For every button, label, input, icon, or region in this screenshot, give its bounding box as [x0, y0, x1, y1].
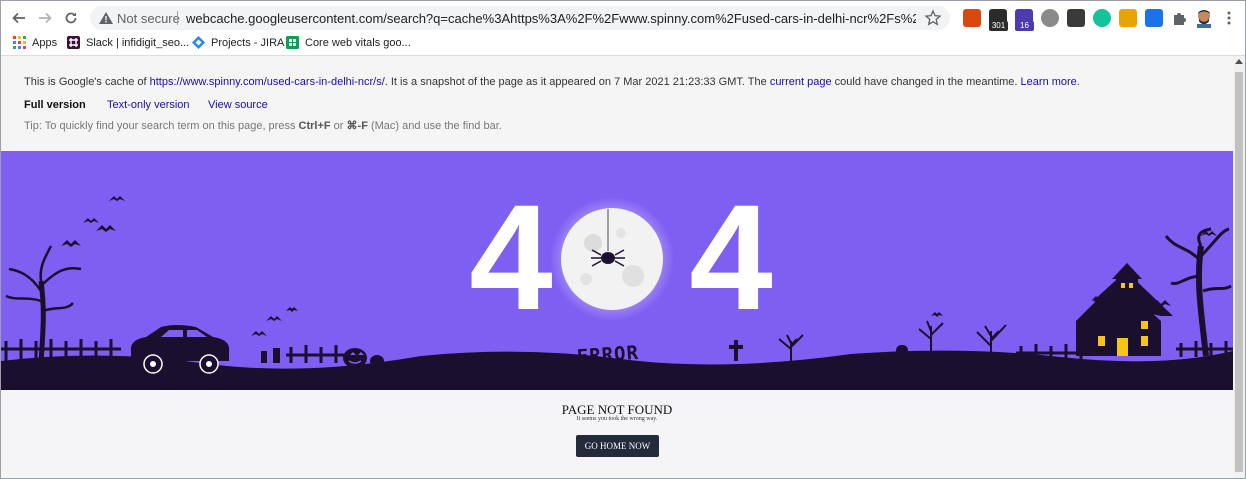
bookmark-apps[interactable]: Apps — [13, 36, 57, 49]
cached-url-link[interactable]: https://www.spinny.com/used-cars-in-delh… — [150, 76, 385, 88]
bookmarks-bar: Apps Slack | infidigit_seo... Projects -… — [1, 35, 1245, 56]
tip-shortcut: Ctrl+F — [298, 120, 331, 132]
browser-toolbar: Not secure webcache.googleusercontent.co… — [1, 1, 1245, 35]
bookmark-slack[interactable]: Slack | infidigit_seo... — [67, 36, 189, 49]
redirect-path-icon[interactable]: 301 — [989, 9, 1008, 31]
apps-grid-icon — [13, 36, 26, 49]
extension-badge: 16 — [1015, 21, 1034, 31]
puzzle-icon[interactable] — [1171, 9, 1189, 27]
reload-button[interactable] — [61, 8, 81, 28]
browser-window: Not secure webcache.googleusercontent.co… — [0, 0, 1246, 479]
full-version-label: Full version — [24, 99, 86, 111]
bookmark-label: Projects - JIRA — [211, 36, 285, 49]
profile-avatar[interactable] — [1194, 7, 1214, 29]
browser-menu-button[interactable] — [1219, 8, 1239, 28]
back-button[interactable] — [9, 8, 29, 28]
back-arrow-icon — [12, 12, 25, 24]
jira-icon — [192, 36, 205, 49]
page-not-found-subtext: It seems you took the wrong way. — [576, 416, 658, 422]
digit-right: 4 — [689, 173, 772, 341]
bookmark-label: Slack | infidigit_seo... — [86, 36, 190, 49]
google-cache-header: This is Google's cache of https://www.sp… — [1, 56, 1233, 151]
tree-right — [1164, 227, 1232, 357]
page-scrollbar[interactable] — [1233, 56, 1245, 478]
wappalyzer-icon[interactable]: 16 — [1015, 9, 1034, 31]
code-extension-icon[interactable] — [1145, 9, 1163, 27]
avatar-icon — [1197, 10, 1211, 28]
error-text: ERROR — [576, 342, 640, 368]
gray-circle-extension-icon[interactable] — [1041, 9, 1059, 27]
forward-arrow-icon — [39, 12, 52, 24]
forward-button[interactable] — [35, 8, 55, 28]
halloween-illustration: 4 4 ERROR — [1, 173, 1233, 390]
bookmark-label: Apps — [32, 36, 58, 49]
haunted-house — [1076, 263, 1173, 356]
pumpkins — [343, 348, 384, 368]
kebab-menu-icon — [1227, 11, 1231, 25]
scroll-thumb[interactable] — [1235, 72, 1243, 472]
bookmark-star-icon[interactable] — [924, 9, 942, 27]
error-404-banner: 4 4 ERROR — [1, 151, 1233, 390]
tip-text: Tip: To quickly find your search term on… — [24, 120, 299, 132]
gear-extension-icon[interactable] — [1119, 9, 1137, 27]
m-extension-icon[interactable] — [1067, 9, 1085, 27]
google-sheets-icon — [286, 36, 299, 49]
tree-left — [5, 245, 82, 364]
reload-icon — [65, 12, 77, 24]
find-tip: Tip: To quickly find your search term on… — [24, 119, 502, 132]
bookmark-label: Core web vitals goo... — [305, 36, 411, 49]
text-only-version-link[interactable]: Text-only version — [107, 99, 190, 111]
go-home-button[interactable]: GO HOME NOW — [576, 435, 659, 457]
tip-text: or — [330, 120, 347, 132]
bookmark-core-web-vitals[interactable]: Core web vitals goo... — [286, 36, 411, 49]
address-separator — [177, 11, 178, 25]
view-source-link[interactable]: View source — [208, 99, 268, 111]
digit-left: 4 — [469, 173, 552, 341]
page-not-found-section: PAGE NOT FOUND It seems you took the wro… — [1, 390, 1233, 478]
s-extension-icon[interactable] — [963, 9, 981, 27]
url-text[interactable]: webcache.googleusercontent.com/search?q=… — [186, 11, 916, 26]
tip-shortcut: ⌘-F — [346, 120, 368, 132]
scroll-up-arrow-icon[interactable] — [1235, 59, 1243, 64]
cache-notice: This is Google's cache of https://www.sp… — [24, 76, 1080, 88]
current-page-link[interactable]: current page — [770, 76, 832, 88]
not-secure-label: Not secure — [117, 11, 180, 26]
bookmark-jira[interactable]: Projects - JIRA — [192, 36, 284, 49]
address-bar[interactable]: Not secure webcache.googleusercontent.co… — [90, 6, 950, 30]
learn-more-link[interactable]: Learn more. — [1021, 76, 1080, 88]
grammarly-icon[interactable] — [1093, 9, 1111, 27]
cache-notice-text: . It is a snapshot of the page as it app… — [384, 76, 770, 88]
warning-icon — [99, 12, 113, 24]
tip-text: (Mac) and use the find bar. — [367, 120, 502, 132]
extension-badge: 301 — [989, 21, 1008, 31]
cache-notice-text: This is Google's cache of — [24, 76, 150, 88]
slack-icon — [67, 36, 80, 49]
cache-notice-text: could have changed in the meantime. — [831, 76, 1021, 88]
